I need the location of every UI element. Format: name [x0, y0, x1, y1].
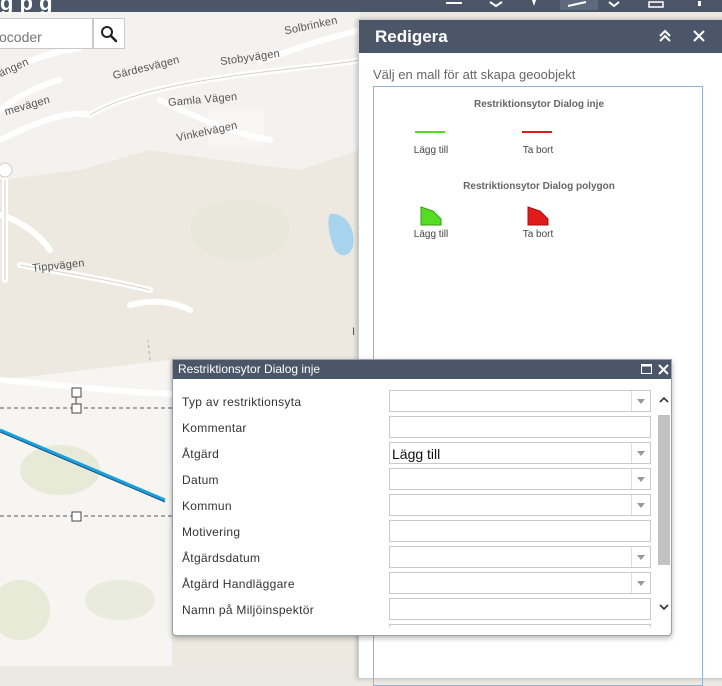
- list-icon[interactable]: [444, 0, 464, 10]
- red-polygon-symbol-icon: [527, 206, 549, 226]
- input-namn-pa-miljoinspektor[interactable]: [389, 598, 651, 620]
- input-motivering[interactable]: [389, 520, 651, 542]
- caret-down-icon: [637, 502, 645, 508]
- template-line-add[interactable]: Lägg till: [391, 119, 471, 156]
- collapse-button[interactable]: [655, 26, 675, 46]
- layers-icon[interactable]: [486, 0, 506, 10]
- edit-tool-icon[interactable]: [560, 0, 600, 10]
- edit-panel-header: Redigera: [359, 20, 722, 53]
- dropdown-arrow[interactable]: [631, 443, 650, 463]
- red-line-symbol-icon: [522, 131, 552, 133]
- template-label: Ta bort: [522, 145, 554, 156]
- field-label: Kommentar: [182, 421, 247, 435]
- form-row-motivering: Motivering: [173, 519, 657, 545]
- template-line-remove[interactable]: Ta bort: [498, 119, 578, 156]
- select-atgardsdatum[interactable]: [389, 546, 651, 568]
- caret-down-icon: [637, 554, 645, 560]
- select-kommun[interactable]: [389, 494, 651, 516]
- caret-down-icon: [637, 580, 645, 586]
- scroll-thumb[interactable]: [658, 415, 670, 565]
- form-row-partial: [173, 623, 657, 627]
- input-kommentar[interactable]: [389, 416, 651, 438]
- form-row-datum: Datum: [173, 467, 657, 493]
- dialog-title: Restriktionsytor Dialog inje: [178, 362, 321, 376]
- select-datum[interactable]: [389, 468, 651, 490]
- attribute-dialog: Restriktionsytor Dialog inje Typ av rest…: [172, 359, 672, 636]
- close-icon: [693, 30, 705, 42]
- more-icon[interactable]: [690, 0, 710, 10]
- search-icon: [101, 25, 118, 42]
- field-label: Åtgärd Handläggare: [182, 577, 295, 591]
- green-line-symbol-icon: [415, 131, 445, 133]
- close-dialog-button[interactable]: [656, 362, 670, 376]
- field-value: Lägg till: [392, 446, 441, 462]
- chevron-up-icon: [659, 396, 669, 403]
- scroll-down-button[interactable]: [657, 600, 671, 614]
- form-row-atgardsdatum: Åtgärdsdatum: [173, 545, 657, 571]
- dropdown-arrow[interactable]: [631, 495, 650, 515]
- search-button[interactable]: [93, 18, 125, 49]
- print-icon[interactable]: [646, 0, 666, 10]
- form-row-handlaggare: Åtgärd Handläggare: [173, 571, 657, 597]
- input-partial[interactable]: [389, 624, 651, 627]
- close-icon: [657, 363, 669, 375]
- dropdown-arrow[interactable]: [631, 469, 650, 489]
- caret-down-icon: [637, 450, 645, 456]
- template-polygon-add[interactable]: Lägg till: [391, 203, 471, 240]
- template-label: Ta bort: [522, 229, 554, 240]
- dialog-header[interactable]: Restriktionsytor Dialog inje: [173, 360, 671, 379]
- field-label: Åtgärd: [182, 447, 220, 461]
- field-label: Datum: [182, 473, 219, 487]
- template-label: Lägg till: [413, 145, 449, 156]
- template-group-title-line: Restriktionsytor Dialog inje: [473, 99, 605, 110]
- dropdown-arrow[interactable]: [631, 573, 650, 593]
- select-atgard[interactable]: Lägg till: [389, 442, 651, 464]
- form-scrollbar[interactable]: [657, 389, 671, 619]
- select-atgard-handlaggare[interactable]: [389, 572, 651, 594]
- field-label: Typ av restriktionsyta: [182, 395, 302, 409]
- maximize-icon: [640, 364, 652, 374]
- caret-down-icon: [637, 398, 645, 404]
- dropdown-arrow[interactable]: [631, 547, 650, 567]
- select-typ-av-restriktionsyta[interactable]: [389, 390, 651, 412]
- map-label-partial: I: [352, 326, 356, 338]
- field-label: Namn på Miljöinspektör: [182, 603, 314, 617]
- template-polygon-remove[interactable]: Ta bort: [498, 203, 578, 240]
- maximize-button[interactable]: [639, 362, 653, 376]
- attribute-form: Typ av restriktionsyta Kommentar Åtgärd …: [173, 379, 657, 627]
- caret-down-icon: [637, 476, 645, 482]
- form-row-typ: Typ av restriktionsyta: [173, 389, 657, 415]
- green-polygon-symbol-icon: [420, 206, 442, 226]
- chevron-down-icon: [659, 603, 669, 610]
- template-group-title-polygon: Restriktionsytor Dialog polygon: [463, 181, 615, 192]
- geocoder-search-input[interactable]: [0, 18, 93, 49]
- chevron-down-icon[interactable]: [604, 0, 624, 10]
- pin-icon[interactable]: [524, 0, 544, 10]
- form-row-atgard: Åtgärd Lägg till: [173, 441, 657, 467]
- double-chevron-up-icon: [659, 29, 671, 42]
- dropdown-arrow[interactable]: [631, 391, 650, 411]
- scroll-up-button[interactable]: [657, 392, 671, 406]
- app-header: g p g: [0, 0, 722, 15]
- template-instruction: Välj en mall för att skapa geoobjekt: [373, 67, 576, 82]
- field-label: Åtgärdsdatum: [182, 551, 261, 565]
- form-row-miljoinspektor: Namn på Miljöinspektör: [173, 597, 657, 623]
- template-label: Lägg till: [413, 229, 449, 240]
- field-label: Kommun: [182, 499, 232, 513]
- app-title: g p g: [0, 0, 53, 15]
- field-label: Motivering: [182, 525, 241, 539]
- form-row-kommun: Kommun: [173, 493, 657, 519]
- close-panel-button[interactable]: [689, 26, 709, 46]
- form-row-kommentar: Kommentar: [173, 415, 657, 441]
- edit-panel-title: Redigera: [375, 27, 448, 46]
